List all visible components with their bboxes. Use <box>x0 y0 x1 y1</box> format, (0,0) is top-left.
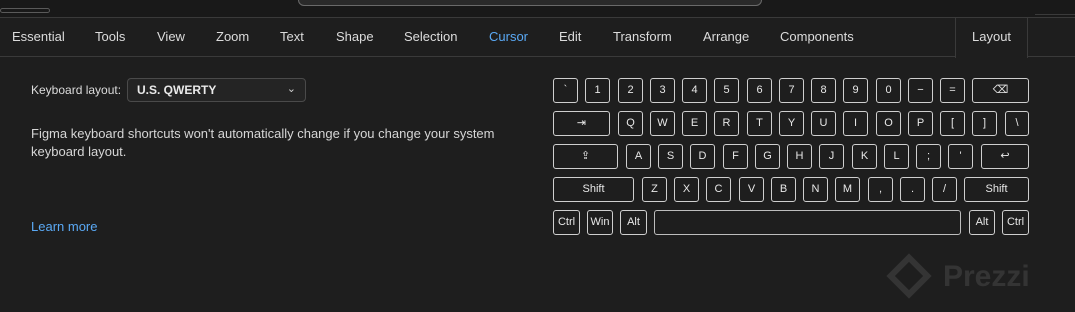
enter-icon[interactable]: ↩ <box>981 144 1029 169</box>
key-j[interactable]: J <box>819 144 844 169</box>
key-p[interactable]: P <box>908 111 933 136</box>
watermark-text: Prezzi <box>943 260 1030 293</box>
key-k[interactable]: K <box>852 144 877 169</box>
key-7[interactable]: 7 <box>779 78 804 103</box>
key-2[interactable]: 2 <box>618 78 643 103</box>
key-t[interactable]: T <box>747 111 772 136</box>
key-f[interactable]: F <box>723 144 748 169</box>
key-q[interactable]: Q <box>618 111 643 136</box>
tab-key-icon[interactable]: ⇥ <box>553 111 610 136</box>
key-5[interactable]: 5 <box>714 78 739 103</box>
top-panel-edge <box>298 0 762 6</box>
key-a[interactable]: A <box>626 144 651 169</box>
key-y[interactable]: Y <box>779 111 804 136</box>
key-c[interactable]: C <box>706 177 731 202</box>
key-9[interactable]: 9 <box>843 78 868 103</box>
tab-edit[interactable]: Edit <box>547 18 593 56</box>
key-b[interactable]: B <box>771 177 796 202</box>
key-right-alt[interactable]: Alt <box>969 210 995 235</box>
key-v[interactable]: V <box>739 177 764 202</box>
top-strip <box>0 0 1075 18</box>
keyboard-layout-select[interactable]: U.S. QWERTY ⌄ <box>127 78 306 102</box>
key-win[interactable]: Win <box>587 210 613 235</box>
tab-tools[interactable]: Tools <box>83 18 137 56</box>
tab-transform[interactable]: Transform <box>601 18 684 56</box>
key-comma[interactable]: , <box>868 177 893 202</box>
chevron-down-icon: ⌄ <box>286 83 296 95</box>
key-e[interactable]: E <box>682 111 707 136</box>
key-minus[interactable]: − <box>908 78 933 103</box>
backspace-icon[interactable]: ⌫ <box>972 78 1029 103</box>
key-o[interactable]: O <box>876 111 901 136</box>
tab-zoom[interactable]: Zoom <box>204 18 261 56</box>
key-period[interactable]: . <box>900 177 925 202</box>
key-i[interactable]: I <box>843 111 868 136</box>
key-x[interactable]: X <box>674 177 699 202</box>
key-left-ctrl[interactable]: Ctrl <box>553 210 580 235</box>
caps-lock-icon[interactable]: ⇪ <box>553 144 618 169</box>
layout-panel: Keyboard layout: U.S. QWERTY ⌄ Figma key… <box>0 57 1075 299</box>
key-right-shift[interactable]: Shift <box>964 177 1029 202</box>
key-equals[interactable]: = <box>940 78 965 103</box>
key-0[interactable]: 0 <box>876 78 901 103</box>
key-left-shift[interactable]: Shift <box>553 177 634 202</box>
watermark: Prezzi <box>886 252 1053 312</box>
tab-layout[interactable]: Layout <box>955 18 1029 58</box>
key-right-bracket[interactable]: ] <box>972 111 997 136</box>
key-quote[interactable]: ' <box>948 144 973 169</box>
key-8[interactable]: 8 <box>811 78 836 103</box>
layout-description: Figma keyboard shortcuts won't automatic… <box>31 126 495 159</box>
tab-text[interactable]: Text <box>268 18 316 56</box>
key-backslash[interactable]: \ <box>1005 111 1029 136</box>
key-6[interactable]: 6 <box>747 78 772 103</box>
tab-selection[interactable]: Selection <box>392 18 469 56</box>
key-slash[interactable]: / <box>932 177 957 202</box>
key-m[interactable]: M <box>835 177 860 202</box>
key-n[interactable]: N <box>803 177 828 202</box>
tab-view[interactable]: View <box>145 18 197 56</box>
watermark-logo-icon <box>886 253 932 299</box>
shortcut-tabs: Essential Tools View Zoom Text Shape Sel… <box>0 17 1075 58</box>
divider <box>1035 14 1075 15</box>
key-r[interactable]: R <box>714 111 739 136</box>
tab-essential[interactable]: Essential <box>0 18 77 56</box>
learn-more-link[interactable]: Learn more <box>31 219 97 234</box>
key-u[interactable]: U <box>811 111 836 136</box>
key-z[interactable]: Z <box>642 177 667 202</box>
key-3[interactable]: 3 <box>650 78 675 103</box>
key-backtick[interactable]: ` <box>553 78 578 103</box>
key-semicolon[interactable]: ; <box>916 144 941 169</box>
tab-cursor[interactable]: Cursor <box>477 18 540 56</box>
key-g[interactable]: G <box>755 144 780 169</box>
key-h[interactable]: H <box>787 144 812 169</box>
scrollbar-handle[interactable] <box>0 8 50 13</box>
key-l[interactable]: L <box>884 144 909 169</box>
tab-shape[interactable]: Shape <box>324 18 386 56</box>
key-1[interactable]: 1 <box>585 78 610 103</box>
key-left-alt[interactable]: Alt <box>620 210 647 235</box>
tab-components[interactable]: Components <box>768 18 866 56</box>
key-s[interactable]: S <box>658 144 683 169</box>
key-left-bracket[interactable]: [ <box>940 111 965 136</box>
key-d[interactable]: D <box>690 144 715 169</box>
tab-arrange[interactable]: Arrange <box>691 18 761 56</box>
keyboard-layout-value: U.S. QWERTY <box>137 83 217 97</box>
key-4[interactable]: 4 <box>682 78 707 103</box>
key-right-ctrl[interactable]: Ctrl <box>1002 210 1029 235</box>
keyboard-layout-label: Keyboard layout: <box>31 83 122 97</box>
key-w[interactable]: W <box>650 111 675 136</box>
key-space[interactable] <box>654 210 961 235</box>
